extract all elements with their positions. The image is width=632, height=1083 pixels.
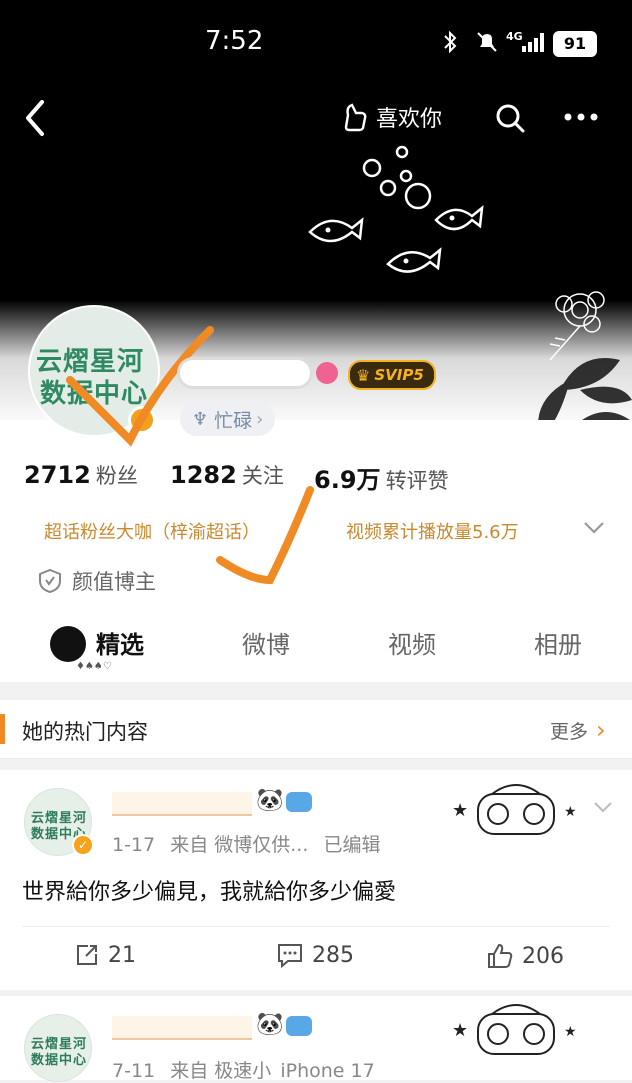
repost-button[interactable]: 21 (74, 942, 136, 968)
hot-content-header: 她的热门内容 更多 › (0, 700, 632, 759)
dark-leaves-decoration (538, 358, 632, 420)
chevron-right-icon: › (256, 408, 264, 430)
stat-interactions[interactable]: 6.9万 转评赞 (314, 460, 449, 495)
repost-count: 21 (108, 942, 136, 968)
post-source: 来自 微博仅供... (170, 834, 309, 856)
more-label: 更多 (550, 720, 589, 743)
post-card[interactable]: 云熠星河 数据中心 ✓ 🐼 ★ ★ 1-17 来自 微博仅供... 已编辑 世界給… (0, 770, 632, 990)
silent-bell-icon (477, 32, 497, 52)
post-card[interactable]: 云熠星河 数据中心 🐼 ★ ★ 7-11 来自 极速小 iPhone 17 (0, 996, 632, 1083)
pink-gender-icon (316, 362, 338, 384)
post-meta: 7-11 来自 极速小 iPhone 17 (112, 1056, 375, 1083)
username-redacted (180, 360, 310, 386)
status-tag-label: 忙碌 (214, 409, 253, 432)
post-text[interactable]: 世界給你多少偏見，我就給你多少偏愛 (22, 874, 396, 906)
sticker-decoration: ★ ★ (452, 1004, 577, 1055)
comment-icon (278, 944, 302, 968)
tab-featured-icon (50, 626, 86, 662)
status-time: 7:52 (205, 26, 264, 56)
tab-featured[interactable]: 精选 (96, 625, 144, 660)
back-arrow-icon[interactable] (20, 98, 50, 138)
fans-count: 2712 (24, 461, 91, 489)
wave-badge-icon (286, 1016, 312, 1036)
svg-text:★: ★ (564, 1024, 577, 1040)
post-author-name-redacted (112, 1016, 252, 1040)
post-meta: 1-17 来自 微博仅供... 已编辑 (112, 830, 381, 857)
post-avatar-text-line2: 数据中心 (31, 1053, 88, 1068)
thumbs-up-icon (488, 943, 513, 968)
panda-icon: 🐼 (256, 788, 284, 813)
fish-bubbles-decoration (308, 145, 484, 273)
stat-following[interactable]: 1282 关注 (170, 460, 284, 490)
tab-video[interactable]: 视频 (388, 625, 436, 660)
tab-album[interactable]: 相册 (534, 625, 582, 660)
post-edited: 已编辑 (323, 834, 381, 856)
post-date: 7-11 (112, 1060, 156, 1082)
interactions-count: 6.9万 (314, 466, 381, 494)
achievement-supertopic[interactable]: 超话粉丝大咖（梓渝超话） (44, 518, 260, 544)
hand-like-icon (344, 103, 367, 132)
post-source: 来自 极速小 (170, 1060, 272, 1082)
like-count: 206 (522, 943, 564, 969)
crown-icon: ♛ (356, 365, 371, 385)
share-icon (77, 945, 97, 965)
like-post-button[interactable]: 206 (486, 942, 564, 970)
svg-text:★: ★ (452, 1020, 468, 1041)
like-button[interactable]: 喜欢你 (340, 100, 442, 134)
post-author-name-redacted (112, 792, 252, 816)
post-author-avatar[interactable]: 云熠星河 数据中心 (24, 1014, 92, 1082)
wave-badge-icon (286, 792, 312, 812)
hot-content-title: 她的热门内容 (22, 720, 148, 744)
more-button[interactable]: 更多 › (550, 716, 606, 744)
signal-icon (522, 33, 544, 52)
chevron-right-icon: › (596, 716, 606, 744)
post-source-device: iPhone 17 (280, 1060, 375, 1082)
fans-label: 粉丝 (95, 464, 138, 488)
battery-level: 91 (563, 34, 587, 53)
following-label: 关注 (241, 464, 284, 488)
svip-label: SVIP5 (374, 366, 424, 384)
network-label: 4G (506, 30, 523, 43)
post-verified-badge: ✓ (72, 834, 94, 856)
battery-indicator: 91 (553, 31, 597, 57)
role-label: 颜值博主 (72, 570, 156, 594)
svg-text:★: ★ (452, 800, 468, 821)
following-count: 1282 (170, 461, 237, 489)
search-icon[interactable] (494, 102, 526, 134)
interactions-label: 转评赞 (385, 469, 449, 493)
achievement-video-plays[interactable]: 视频累计播放量5.6万 (346, 518, 519, 544)
tab-featured-suits: ♦♠♠♡ (76, 661, 112, 672)
comment-count: 285 (312, 942, 354, 968)
sticker-decoration: ★ ★ (452, 784, 577, 835)
collapse-chevron-icon[interactable] (592, 800, 614, 814)
status-tag[interactable]: ♆ 忙碌 › (180, 402, 276, 436)
like-label: 喜欢你 (376, 107, 443, 132)
post-date: 1-17 (112, 834, 156, 856)
panda-icon: 🐼 (256, 1012, 284, 1037)
tab-weibo[interactable]: 微博 (242, 625, 290, 660)
person-icon: ♆ (192, 408, 209, 430)
svip-badge: ♛ SVIP5 (348, 360, 436, 390)
post-divider (22, 926, 610, 927)
more-options-icon[interactable] (564, 112, 598, 122)
svg-text:★: ★ (564, 804, 577, 820)
bluetooth-icon (444, 30, 457, 54)
section-accent-bar (0, 714, 5, 744)
comment-button[interactable]: 285 (276, 942, 354, 968)
stat-fans[interactable]: 2712 粉丝 (24, 460, 138, 490)
shield-icon (39, 568, 61, 594)
expand-chevron-icon[interactable] (582, 520, 606, 536)
